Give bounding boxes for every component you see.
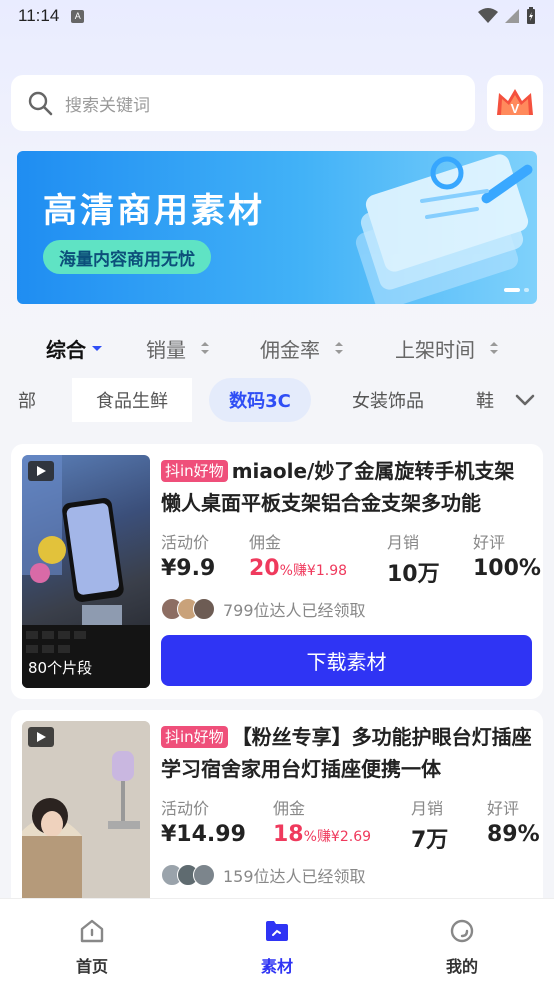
commission-value: 20%赚¥1.98 xyxy=(249,556,347,581)
search-icon xyxy=(28,91,53,116)
tab-label: 我的 xyxy=(445,957,478,976)
monthly-sales-label: 月销 xyxy=(387,533,420,552)
category-digital[interactable]: 数码3C xyxy=(209,378,311,422)
vip-crown-icon: V xyxy=(497,89,533,116)
category-label: 数码3C xyxy=(229,391,291,412)
product-video-thumbnail[interactable]: 80个片段 xyxy=(22,455,150,688)
search-input[interactable]: 搜索关键词 xyxy=(11,75,475,131)
folder-icon xyxy=(266,921,288,941)
play-icon xyxy=(28,727,54,747)
product-tag: 抖in好物 xyxy=(161,460,228,482)
tab-profile[interactable]: 我的 xyxy=(402,899,522,984)
category-label: 女装饰品 xyxy=(352,391,424,412)
notification-icon: A xyxy=(71,9,85,23)
takers-row: 799位达人已经领取 xyxy=(161,597,366,621)
price-value: ¥9.9 xyxy=(161,556,216,581)
category-label: 鞋 xyxy=(476,391,494,412)
status-icons xyxy=(478,7,536,25)
sort-tab-label: 综合 xyxy=(46,337,86,362)
product-card[interactable]: 80个片段 抖in好物 miaole/妙了金属旋转手机支架懒人桌面平板支架铝合金支… xyxy=(11,444,543,699)
takers-count: 799位达人已经领取 xyxy=(223,601,366,620)
takers-row: 159位达人已经领取 xyxy=(161,863,366,887)
signal-icon xyxy=(505,9,519,23)
monthly-sales-value: 10万 xyxy=(387,562,440,587)
vip-letter: V xyxy=(511,101,520,116)
commission-label: 佣金 xyxy=(273,799,306,818)
tab-home[interactable]: 首页 xyxy=(32,899,152,984)
price-value: ¥14.99 xyxy=(161,822,246,847)
battery-icon xyxy=(527,7,535,24)
category-label: 食品生鲜 xyxy=(96,391,168,412)
category-expand-button[interactable] xyxy=(496,378,554,422)
sort-bar: 综合 销量 佣金率 上架时间 xyxy=(0,328,554,368)
promo-banner[interactable]: 高清商用素材 海量内容商用无忧 xyxy=(17,151,537,304)
category-bar: 部 食品生鲜 数码3C 女装饰品 鞋 xyxy=(0,378,554,422)
commission-earn: 赚¥1.98 xyxy=(292,563,348,579)
product-card[interactable]: 抖in好物 【粉丝专享】多功能护眼台灯插座学习宿舍家用台灯插座便携一体 活动价 佣… xyxy=(11,710,543,900)
chevron-down-icon xyxy=(515,394,535,406)
profile-icon xyxy=(450,919,474,943)
price-label: 活动价 xyxy=(161,799,210,818)
category-womens-accessories[interactable]: 女装饰品 xyxy=(328,378,448,422)
banner-dot-active xyxy=(504,288,520,292)
status-bar: 11:14 A xyxy=(0,0,554,32)
avatar xyxy=(193,598,215,620)
status-time: 11:14 xyxy=(18,6,60,25)
tab-material[interactable]: 素材 xyxy=(217,899,337,984)
monthly-sales-value: 7万 xyxy=(411,828,449,853)
category-label: 部 xyxy=(18,391,36,412)
rating-value: 100% xyxy=(473,556,541,581)
commission-value: 18%赚¥2.69 xyxy=(273,822,371,847)
category-shoes[interactable]: 鞋 xyxy=(476,378,496,422)
category-food[interactable]: 食品生鲜 xyxy=(72,378,192,422)
search-placeholder: 搜索关键词 xyxy=(65,95,150,116)
sort-tab-label: 上架时间 xyxy=(395,337,475,362)
product-tag: 抖in好物 xyxy=(161,726,228,748)
clip-count: 80个片段 xyxy=(28,659,93,677)
sort-arrows-icon xyxy=(201,342,209,354)
rating-value: 89% xyxy=(487,822,540,847)
commission-rate: 18 xyxy=(273,822,304,847)
sort-tab-comprehensive[interactable]: 综合 xyxy=(46,328,104,368)
tab-label: 首页 xyxy=(75,957,108,976)
rating-label: 好评 xyxy=(487,799,520,818)
sort-tab-label: 销量 xyxy=(146,337,186,362)
banner-subtitle: 海量内容商用无忧 xyxy=(43,240,211,274)
rating-label: 好评 xyxy=(473,533,506,552)
sort-tab-label: 佣金率 xyxy=(260,337,320,362)
banner-title: 高清商用素材 xyxy=(43,191,265,231)
commission-pct-sign: % xyxy=(303,829,317,845)
commission-rate: 20 xyxy=(249,556,280,581)
sort-tab-commission-rate[interactable]: 佣金率 xyxy=(260,328,346,368)
wifi-icon xyxy=(478,8,498,23)
tab-label: 素材 xyxy=(260,957,293,976)
sort-tab-sales[interactable]: 销量 xyxy=(146,328,212,368)
product-image xyxy=(22,721,150,900)
commission-earn: 赚¥2.69 xyxy=(316,829,372,845)
sort-arrows-icon xyxy=(490,342,498,354)
monthly-sales-label: 月销 xyxy=(411,799,444,818)
dropdown-triangle-icon xyxy=(92,346,102,351)
product-image xyxy=(22,455,150,688)
takers-count: 159位达人已经领取 xyxy=(223,867,366,886)
category-all[interactable]: 部 xyxy=(0,378,36,422)
commission-pct-sign: % xyxy=(279,563,293,579)
commission-label: 佣金 xyxy=(249,533,282,552)
sort-tab-listing-time[interactable]: 上架时间 xyxy=(395,328,501,368)
product-title[interactable]: 抖in好物 miaole/妙了金属旋转手机支架懒人桌面平板支架铝合金支架多功能 xyxy=(161,455,533,519)
sort-arrows-icon xyxy=(335,342,343,354)
product-title[interactable]: 抖in好物 【粉丝专享】多功能护眼台灯插座学习宿舍家用台灯插座便携一体 xyxy=(161,721,533,785)
avatar xyxy=(193,864,215,886)
price-label: 活动价 xyxy=(161,533,210,552)
download-material-button[interactable]: 下载素材 xyxy=(161,635,532,686)
banner-pagination xyxy=(504,288,529,292)
play-icon xyxy=(28,461,54,481)
product-video-thumbnail[interactable] xyxy=(22,721,150,900)
banner-dot xyxy=(524,288,529,292)
bottom-tab-bar: 首页 素材 我的 xyxy=(0,898,554,984)
home-icon xyxy=(80,919,104,943)
vip-button[interactable]: V xyxy=(487,75,543,131)
